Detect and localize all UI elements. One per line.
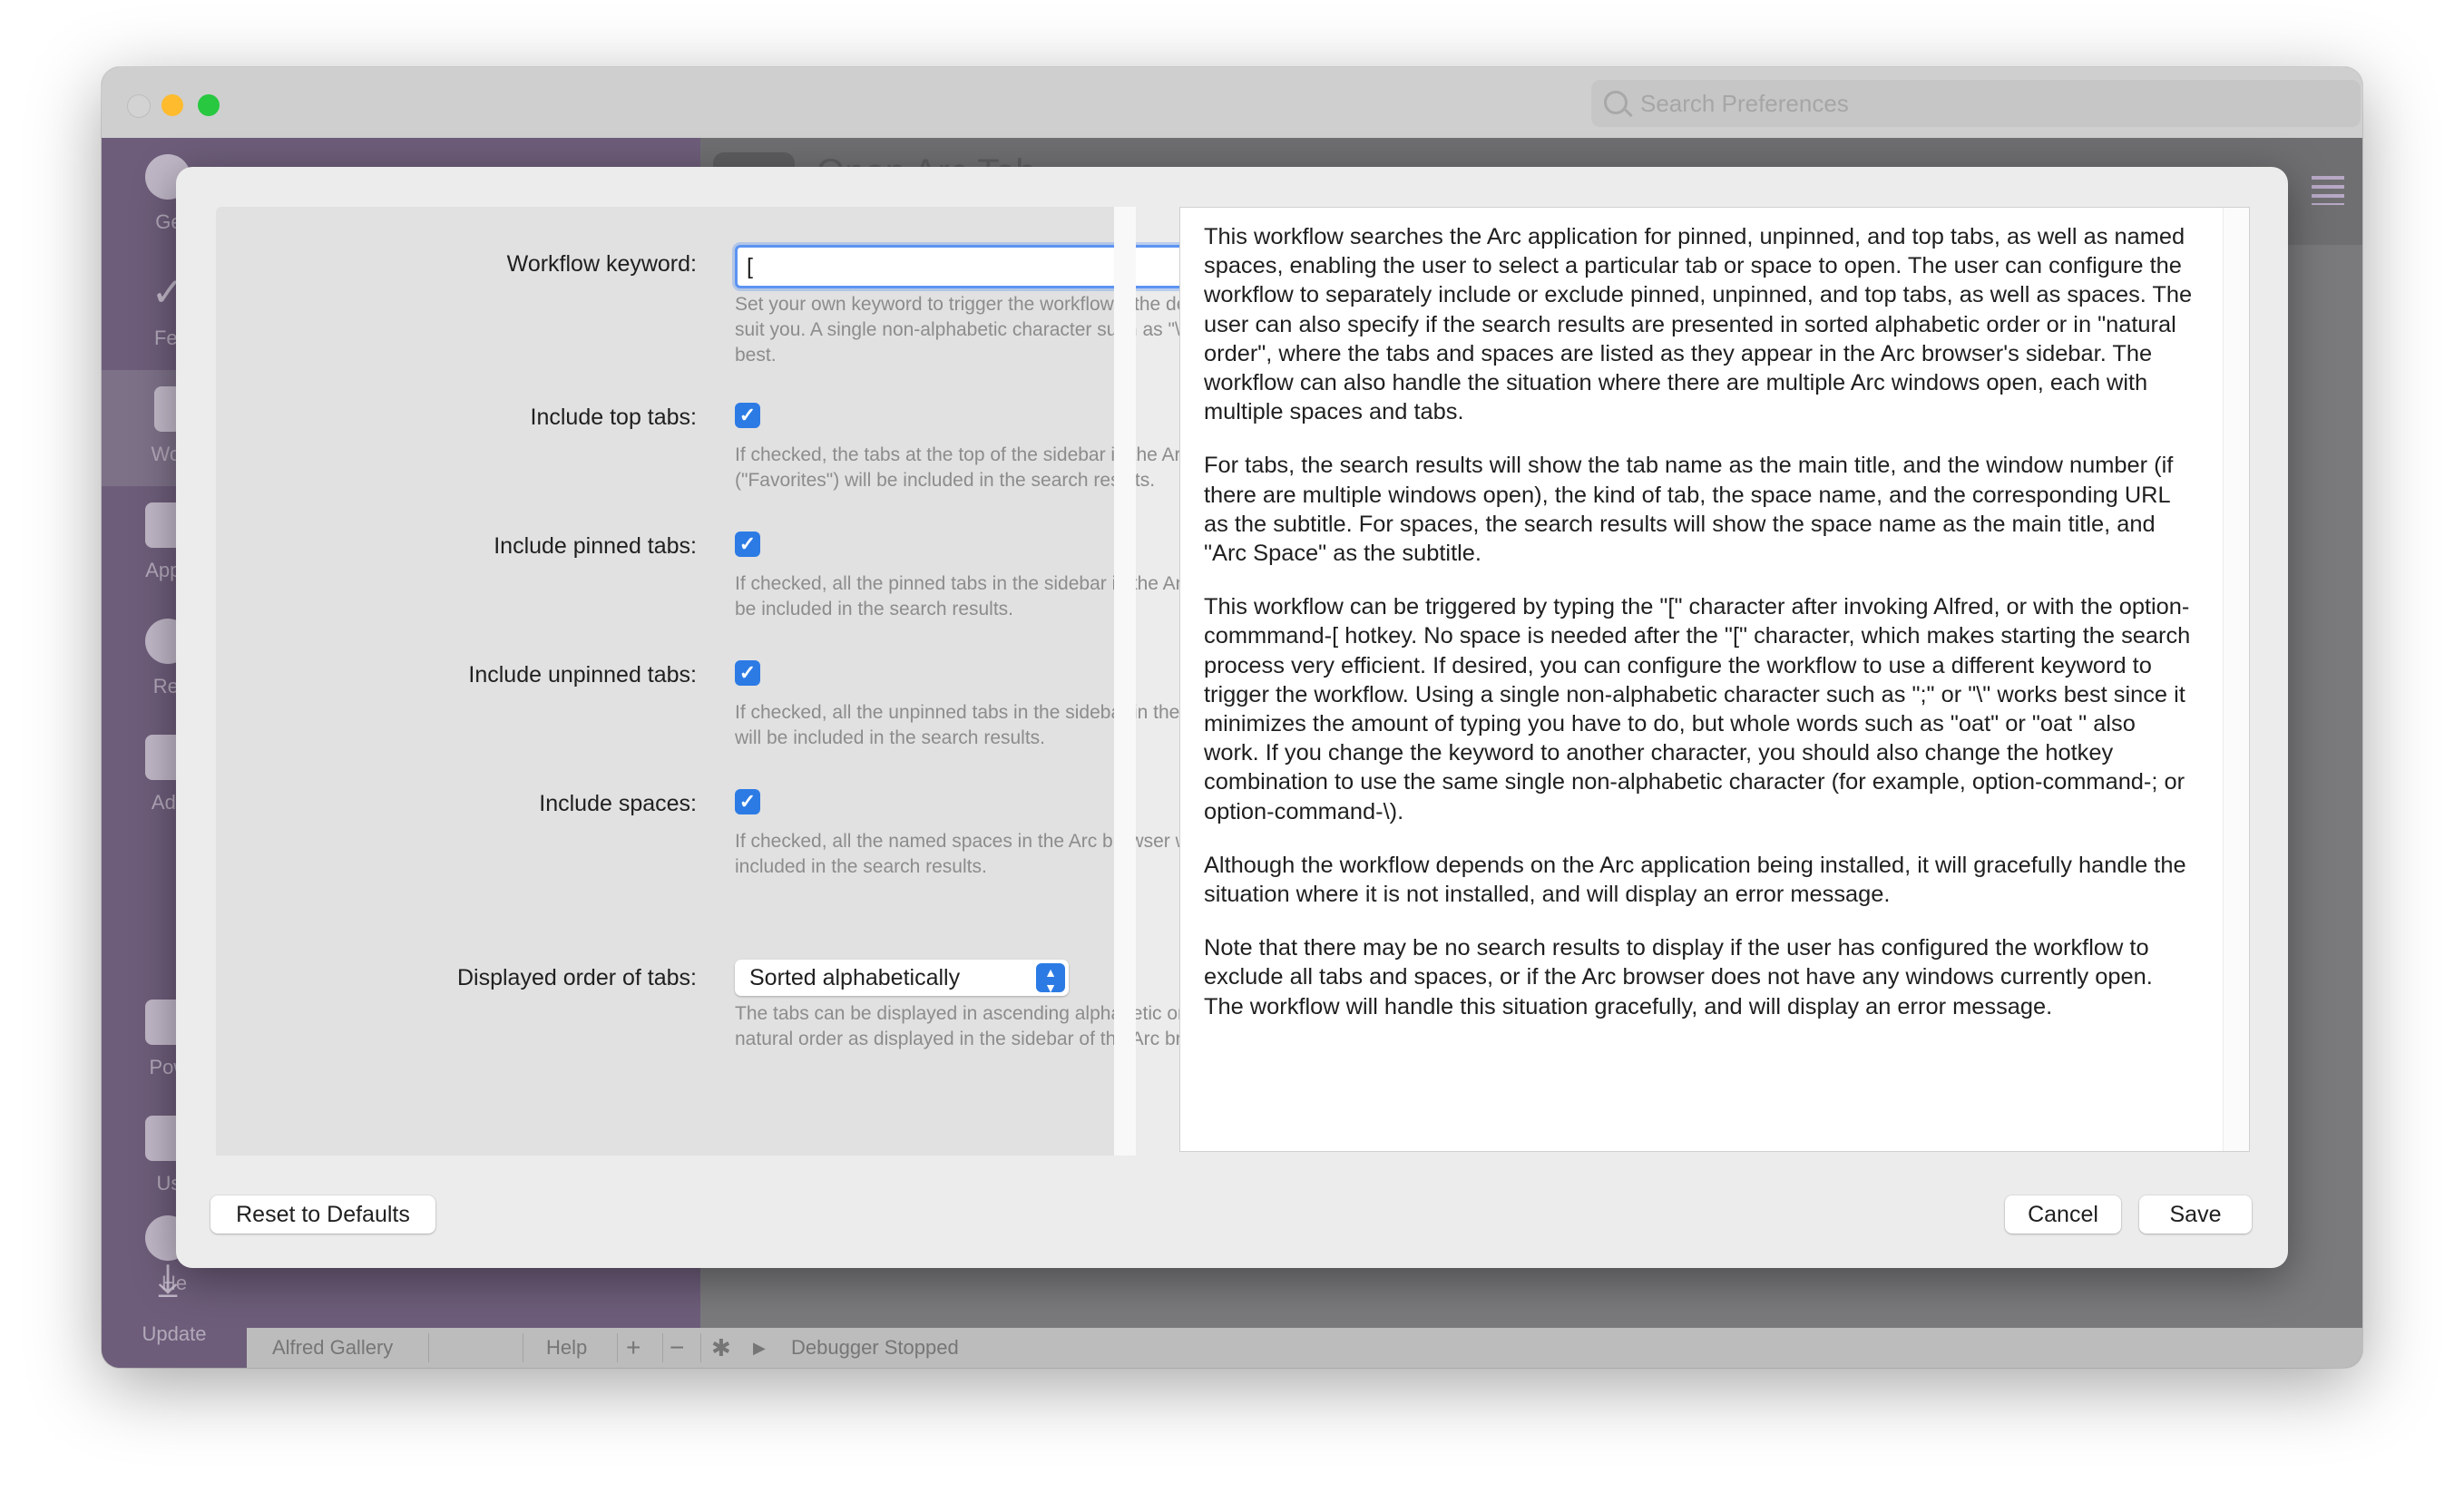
add-workflow-button[interactable]: + (626, 1328, 640, 1368)
description-panel: This workflow searches the Arc applicati… (1179, 207, 2250, 1152)
bug-icon[interactable]: ✱ (711, 1328, 731, 1368)
description-paragraph: This workflow searches the Arc applicati… (1204, 224, 2193, 425)
divider (700, 1333, 701, 1362)
description-scrollbar[interactable] (2223, 208, 2249, 1151)
order-select[interactable]: Sorted alphabetically ▲ ▼ (735, 960, 1069, 996)
top-tabs-label: Include top tabs: (530, 405, 697, 430)
order-select-value: Sorted alphabetically (749, 965, 961, 990)
configuration-form: Workflow keyword: Set your own keyword t… (216, 207, 1312, 1156)
search-preferences-placeholder: Search Preferences (1640, 90, 1849, 117)
description-paragraph: This workflow can be triggered by typing… (1204, 594, 2191, 824)
unpinned-tabs-checkbox[interactable]: ✓ (735, 660, 760, 686)
pinned-tabs-label: Include pinned tabs: (494, 533, 697, 559)
description-paragraph: Note that there may be no search results… (1204, 935, 2153, 1019)
spaces-label: Include spaces: (539, 791, 697, 816)
pinned-tabs-checkbox[interactable]: ✓ (735, 532, 760, 557)
minimize-window-button[interactable] (161, 94, 183, 116)
close-window-button[interactable] (127, 94, 151, 118)
sidebar-item-update[interactable]: ⤓ Update (102, 1257, 247, 1368)
save-button[interactable]: Save (2139, 1195, 2252, 1234)
divider (662, 1333, 663, 1362)
menu-icon[interactable] (2312, 176, 2344, 205)
title-bar: Search Preferences (102, 67, 2362, 138)
description-paragraph: Although the workflow depends on the Arc… (1204, 852, 2186, 908)
order-label: Displayed order of tabs: (456, 965, 697, 990)
unpinned-tabs-label: Include unpinned tabs: (468, 662, 697, 688)
chevron-up-down-icon: ▲ ▼ (1036, 963, 1065, 994)
alfred-gallery-button[interactable]: Alfred Gallery (272, 1328, 393, 1368)
cancel-button[interactable]: Cancel (2005, 1195, 2121, 1234)
help-button[interactable]: Help (546, 1328, 587, 1368)
remove-workflow-button[interactable]: − (670, 1328, 684, 1368)
top-tabs-checkbox[interactable]: ✓ (735, 403, 760, 428)
bottom-toolbar: Alfred Gallery Help + − ✱ ▶ Debugger Sto… (247, 1328, 2362, 1368)
debugger-status: Debugger Stopped (791, 1336, 959, 1359)
keyword-label: Workflow keyword: (506, 251, 697, 277)
play-icon[interactable]: ▶ (753, 1328, 766, 1368)
description-text: This workflow searches the Arc applicati… (1204, 222, 2193, 1046)
search-icon (1604, 91, 1628, 114)
divider (428, 1333, 429, 1362)
sidebar-item-label: Update (142, 1322, 207, 1345)
zoom-window-button[interactable] (198, 94, 220, 116)
description-paragraph: For tabs, the search results will show t… (1204, 453, 2174, 567)
form-scrollbar[interactable] (1114, 207, 1136, 1156)
reset-to-defaults-button[interactable]: Reset to Defaults (210, 1195, 435, 1234)
divider (617, 1333, 618, 1362)
workflow-configuration-sheet: Workflow keyword: Set your own keyword t… (176, 167, 2288, 1268)
spaces-checkbox[interactable]: ✓ (735, 789, 760, 814)
search-preferences-field[interactable]: Search Preferences (1591, 80, 2361, 127)
